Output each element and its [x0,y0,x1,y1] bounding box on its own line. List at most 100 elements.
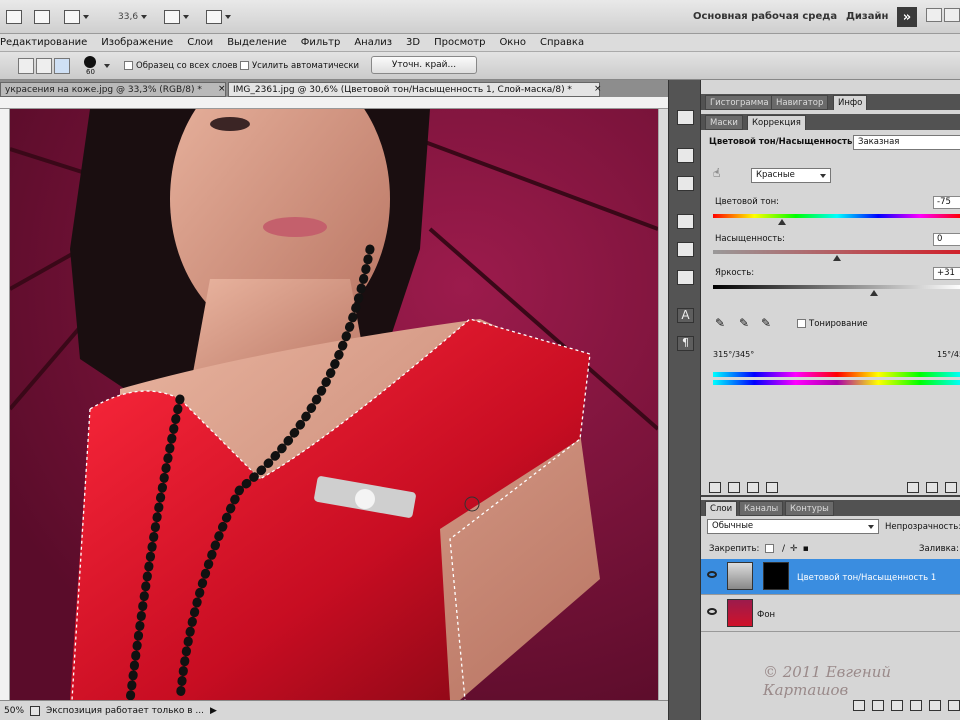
sample-all-layers-option[interactable]: Образец со всех слоев [124,61,238,71]
lightness-value-field[interactable]: +31 [933,267,960,280]
hue-slider-track[interactable] [713,214,960,218]
document-canvas[interactable] [10,109,658,700]
eyedropper-icon[interactable]: ✎ [715,316,725,330]
new-group-icon[interactable] [929,700,941,711]
workspace-more-button[interactable]: » [897,7,917,27]
menu-help[interactable]: Справка [533,37,591,48]
tab-layers[interactable]: Слои [705,501,738,516]
clone-source-icon[interactable] [677,270,694,285]
status-icon [30,705,41,716]
preset-dropdown[interactable]: Заказная [853,135,960,150]
lock-transparency-icon[interactable] [765,544,774,553]
auto-enhance-checkbox[interactable] [240,61,249,70]
actions-panel-icon[interactable] [677,176,694,191]
tab-histogram[interactable]: Гистограмма [705,95,774,110]
refine-edge-button[interactable]: Уточн. край... [371,56,477,74]
menu-image[interactable]: Изображение [94,37,180,48]
hue-slider-thumb[interactable] [778,219,787,225]
lightness-slider-track[interactable] [713,285,960,289]
tab-document-2[interactable]: IMG_2361.jpg @ 30,6% (Цветовой тон/Насыщ… [228,82,600,97]
eye-icon[interactable] [707,571,717,578]
bridge-button[interactable] [6,8,22,26]
character-panel-icon[interactable]: A [677,308,694,323]
menu-select[interactable]: Выделение [220,37,294,48]
eyedropper-plus-icon[interactable]: ✎ [739,316,749,330]
view-extras-button[interactable] [64,8,89,26]
chevron-down-icon[interactable] [104,64,110,68]
layer-row[interactable]: Фон [701,596,960,632]
new-adjustment-icon[interactable] [910,700,922,711]
tab-paths[interactable]: Контуры [785,501,834,516]
lock-label: Закрепить: [709,544,760,554]
brush-preview-icon[interactable] [84,56,96,68]
colorize-checkbox[interactable] [797,319,806,328]
layer-row[interactable]: Цветовой тон/Насыщенность 1 [701,559,960,595]
subtract-from-selection-icon[interactable] [54,58,70,74]
back-icon[interactable] [709,482,721,493]
clip-icon[interactable] [747,482,759,493]
tab-masks[interactable]: Маски [705,115,743,130]
add-mask-icon[interactable] [891,700,903,711]
colorize-option[interactable]: Тонирование [797,319,868,329]
tab-document-1[interactable]: украсения на коже.jpg @ 33,3% (RGB/8) * [0,82,226,97]
add-to-selection-icon[interactable] [36,58,52,74]
saturation-slider-thumb[interactable] [833,255,841,261]
menu-3d[interactable]: 3D [399,37,427,48]
vertical-scrollbar[interactable] [658,109,668,700]
paragraph-panel-icon[interactable]: ¶ [677,336,694,351]
lightness-slider-thumb[interactable] [870,290,879,296]
sample-all-layers-checkbox[interactable] [124,61,133,70]
eye-icon[interactable] [707,608,717,615]
visibility-icon[interactable] [766,482,778,493]
previous-state-icon[interactable] [907,482,919,493]
layer-style-icon[interactable] [872,700,884,711]
color-bar-bottom[interactable] [713,380,960,385]
zoom-level-dropdown[interactable]: 33,6 [118,8,148,26]
styles-panel-icon[interactable] [677,242,694,257]
delete-icon[interactable] [945,482,957,493]
tab-navigator[interactable]: Навигатор [771,95,829,110]
new-selection-icon[interactable] [18,58,34,74]
menu-edit[interactable]: Редактирование [0,37,94,48]
status-zoom[interactable]: 50% [4,706,24,716]
history-panel-icon[interactable] [677,148,694,163]
target-adjustment-icon[interactable]: ☝ [713,166,720,180]
screen-mode-button[interactable] [206,8,231,26]
saturation-value-field[interactable]: 0 [933,233,960,246]
saturation-slider-track[interactable] [713,250,960,254]
menu-view[interactable]: Просмотр [427,37,492,48]
tab-channels[interactable]: Каналы [739,501,784,516]
minimize-button[interactable] [926,8,942,22]
tab-adjustments[interactable]: Коррекция [747,115,806,130]
layer-mask-thumbnail[interactable] [763,562,789,590]
workspace-design[interactable]: Дизайн [846,11,888,22]
tab-info[interactable]: Инфо [833,95,868,110]
close-icon[interactable]: × [594,84,602,94]
reset-icon[interactable] [926,482,938,493]
lock-position-icon[interactable]: ✛ [790,544,798,554]
link-layers-icon[interactable] [853,700,865,711]
restore-button[interactable] [944,8,960,22]
histogram-panel-icon[interactable] [677,110,694,125]
menu-analysis[interactable]: Анализ [347,37,399,48]
blend-mode-dropdown[interactable]: Обычные [707,519,879,534]
channel-dropdown[interactable]: Красные [751,168,831,183]
menu-layers[interactable]: Слои [180,37,220,48]
menu-window[interactable]: Окно [492,37,533,48]
workspace-essentials[interactable]: Основная рабочая среда [693,11,837,22]
panel-view-icon[interactable] [728,482,740,493]
swatches-panel-icon[interactable] [677,214,694,229]
minibridge-button[interactable] [34,8,50,26]
arrange-documents-button[interactable] [164,8,189,26]
minibridge-icon [34,10,50,24]
lock-pixels-icon[interactable]: / [782,544,785,554]
menu-filter[interactable]: Фильтр [294,37,348,48]
lock-all-icon[interactable]: ▪ [803,544,809,554]
eyedropper-minus-icon[interactable]: ✎ [761,316,771,330]
adjustments-panel: Гистограмма Навигатор Инфо Маски Коррекц… [700,80,960,495]
auto-enhance-option[interactable]: Усилить автоматически [240,61,359,71]
close-icon[interactable]: × [218,84,226,94]
hue-value-field[interactable]: -75 [933,196,960,209]
status-arrow-icon[interactable]: ▶ [210,706,217,716]
new-layer-icon[interactable] [948,700,960,711]
